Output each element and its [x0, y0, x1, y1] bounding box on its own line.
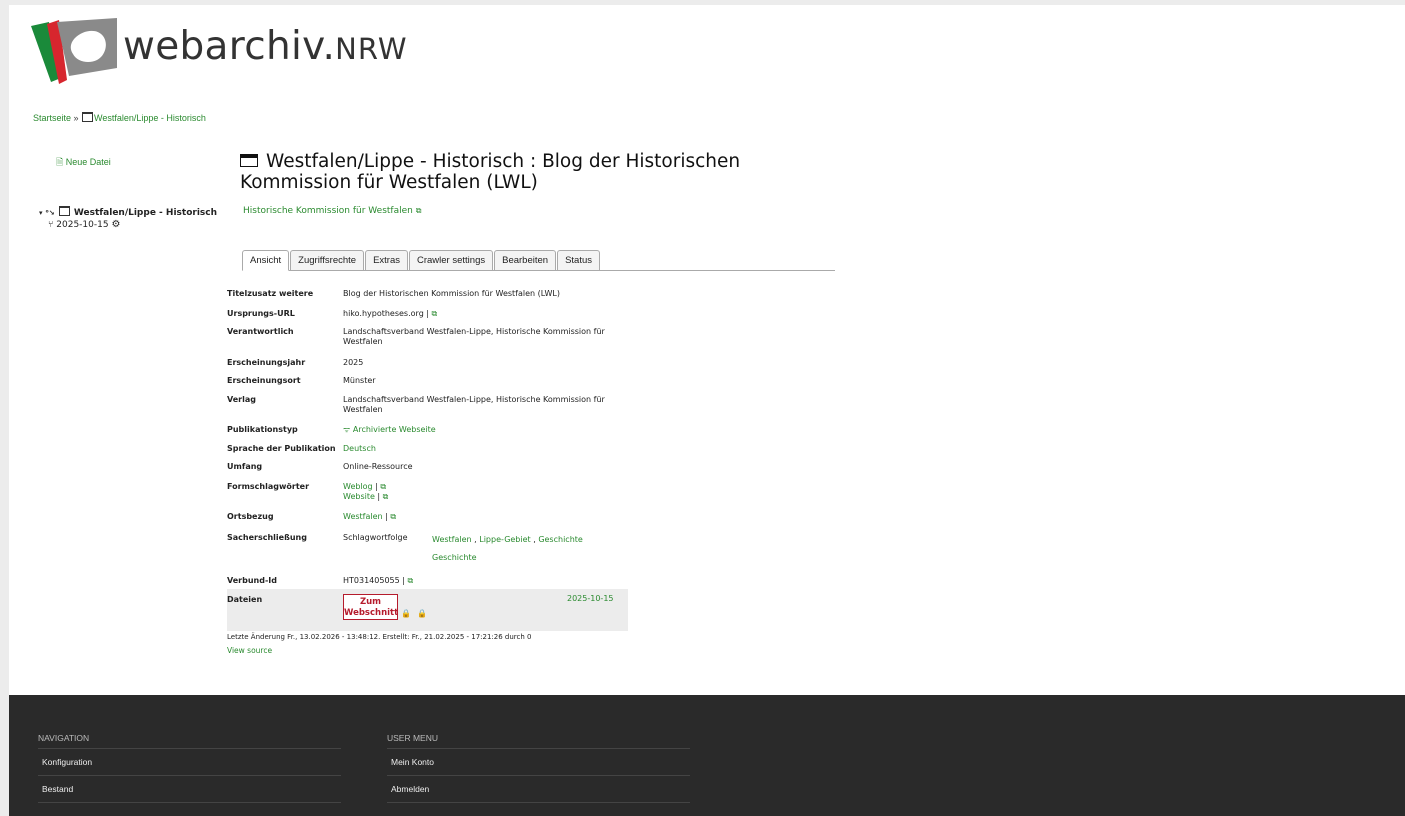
- window-icon: [240, 154, 258, 167]
- external-link-icon[interactable]: ⧉: [408, 576, 414, 585]
- footer-user-menu: USER MENU Mein Konto Abmelden: [387, 733, 690, 803]
- breadcrumb-home-link[interactable]: Startseite: [33, 113, 71, 123]
- view-source-link[interactable]: View source: [227, 646, 272, 655]
- subtitle-link[interactable]: Historische Kommission für Westfalen ⧉: [243, 206, 421, 216]
- tab-crawler-settings[interactable]: Crawler settings: [409, 250, 494, 271]
- site-logo[interactable]: webarchiv.NRW: [31, 16, 451, 86]
- nrw-logo-icon: [31, 18, 117, 84]
- page-title: Westfalen/Lippe - Historisch : Blog der …: [240, 151, 741, 193]
- window-icon: [58, 206, 70, 216]
- branch-icon: ⑂: [48, 220, 54, 230]
- snapshot-date[interactable]: 2025-10-15: [567, 594, 614, 603]
- lock-icon-orange: 🔒: [401, 609, 411, 618]
- external-link-icon[interactable]: ⧉: [432, 309, 438, 318]
- tree-expand-icon[interactable]: ▾: [39, 209, 43, 217]
- tab-extras[interactable]: Extras: [365, 250, 408, 271]
- external-link-icon[interactable]: ⧉: [390, 512, 396, 521]
- tree-date-item[interactable]: ⑂ 2025-10-15 ⚙: [48, 219, 120, 230]
- tree-node-icon: ⁰↘: [45, 209, 55, 217]
- breadcrumb-current-link[interactable]: Westfalen/Lippe - Historisch: [94, 113, 206, 123]
- gear-icon[interactable]: ⚙: [111, 219, 120, 230]
- footer-link-bestand[interactable]: Bestand: [38, 776, 341, 803]
- new-file-link[interactable]: 🗎 Neue Datei: [56, 155, 111, 171]
- lock-icon-red: 🔒: [417, 609, 427, 618]
- external-link-icon[interactable]: ⧉: [380, 482, 386, 491]
- window-icon: [82, 112, 94, 122]
- tab-status[interactable]: Status: [557, 250, 600, 271]
- page: webarchiv.NRW Startseite » Westfalen/Lip…: [9, 5, 1405, 816]
- footer-link-konfiguration[interactable]: Konfiguration: [38, 749, 341, 776]
- tab-zugriffsrechte[interactable]: Zugriffsrechte: [290, 250, 365, 271]
- tab-ansicht[interactable]: Ansicht: [242, 250, 290, 271]
- zum-webschnitt-button[interactable]: Zum Webschnitt: [343, 594, 398, 620]
- last-change-text: Letzte Änderung Fr., 13.02.2026 - 13:48:…: [227, 633, 532, 641]
- footer: NAVIGATION Konfiguration Bestand USER ME…: [9, 695, 1405, 816]
- breadcrumb: Startseite » Westfalen/Lippe - Historisc…: [33, 112, 206, 123]
- external-link-icon[interactable]: ⧉: [416, 206, 422, 215]
- footer-link-abmelden[interactable]: Abmelden: [387, 776, 690, 803]
- logo-text: webarchiv.NRW: [123, 24, 408, 69]
- footer-link-mein-konto[interactable]: Mein Konto: [387, 749, 690, 776]
- footer-navigation-title: NAVIGATION: [38, 733, 341, 749]
- tab-bearbeiten[interactable]: Bearbeiten: [494, 250, 557, 271]
- tree-item-westfalen-lippe[interactable]: ▾ ⁰↘ Westfalen/Lippe - Historisch: [39, 206, 217, 218]
- document-icon: 🗎: [56, 157, 64, 167]
- tab-bar: Ansicht Zugriffsrechte Extras Crawler setti…: [242, 249, 835, 271]
- external-link-icon[interactable]: ⧉: [383, 492, 389, 501]
- footer-navigation: NAVIGATION Konfiguration Bestand: [38, 733, 341, 803]
- wifi-icon: ᯤ: [343, 425, 351, 434]
- footer-user-menu-title: USER MENU: [387, 733, 690, 749]
